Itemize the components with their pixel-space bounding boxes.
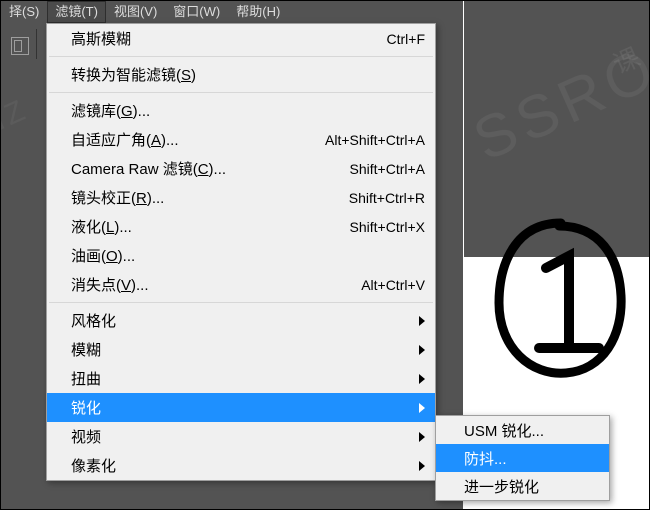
label: 锐化 (71, 397, 413, 418)
panel-dock-icon[interactable] (11, 37, 29, 55)
menu-sharpen[interactable]: 锐化 (47, 393, 435, 422)
label: 防抖... (464, 448, 507, 469)
menu-lens-correction[interactable]: 镜头校正(R)... Shift+Ctrl+R (47, 183, 435, 212)
submenu-arrow-icon (419, 461, 425, 471)
filter-dropdown: 高斯模糊 Ctrl+F 转换为智能滤镜(S) 滤镜库(G)... 自适应广角(A… (46, 23, 436, 481)
menu-filter-gallery[interactable]: 滤镜库(G)... (47, 96, 435, 125)
screenshot-frame: 择(S) 滤镜(T) 视图(V) 窗口(W) 帮助(H) NZ 高斯模糊 Ctr… (0, 0, 650, 510)
label: 消失点(V)... (71, 274, 361, 295)
submenu-arrow-icon (419, 432, 425, 442)
label: 扭曲 (71, 368, 413, 389)
menu-separator (49, 56, 433, 57)
shortcut: Alt+Ctrl+V (361, 277, 425, 293)
label: USM 锐化... (464, 420, 544, 441)
submenu-usm-sharpen[interactable]: USM 锐化... (436, 416, 609, 444)
menu-adaptive-wide-angle[interactable]: 自适应广角(A)... Alt+Shift+Ctrl+A (47, 125, 435, 154)
menu-filter[interactable]: 滤镜(T) (47, 1, 106, 23)
menu-view[interactable]: 视图(V) (106, 1, 165, 23)
shortcut: Alt+Shift+Ctrl+A (325, 132, 425, 148)
label: 进一步锐化 (464, 476, 539, 497)
label: 滤镜库(G)... (71, 100, 425, 121)
label: 视频 (71, 426, 413, 447)
submenu-arrow-icon (419, 316, 425, 326)
shortcut: Shift+Ctrl+R (349, 190, 425, 206)
submenu-arrow-icon (419, 345, 425, 355)
shortcut: Ctrl+F (387, 31, 426, 47)
label: Camera Raw 滤镜(C)... (71, 158, 350, 179)
menu-vanishing-point[interactable]: 消失点(V)... Alt+Ctrl+V (47, 270, 435, 299)
menu-liquify[interactable]: 液化(L)... Shift+Ctrl+X (47, 212, 435, 241)
sharpen-submenu: USM 锐化... 防抖... 进一步锐化 (435, 415, 610, 501)
menu-video[interactable]: 视频 (47, 422, 435, 451)
submenu-sharpen-more[interactable]: 进一步锐化 (436, 472, 609, 500)
separator (36, 29, 37, 59)
shortcut: Shift+Ctrl+X (350, 219, 425, 235)
menu-pixelate[interactable]: 像素化 (47, 451, 435, 480)
label: 镜头校正(R)... (71, 187, 349, 208)
label: 高斯模糊 (71, 28, 387, 49)
menu-convert-smart-filter[interactable]: 转换为智能滤镜(S) (47, 60, 435, 89)
menu-select[interactable]: 择(S) (1, 1, 47, 23)
menu-stylize[interactable]: 风格化 (47, 306, 435, 335)
menu-gaussian-blur[interactable]: 高斯模糊 Ctrl+F (47, 24, 435, 53)
label: 转换为智能滤镜(S) (71, 64, 425, 85)
menu-blur[interactable]: 模糊 (47, 335, 435, 364)
menu-help[interactable]: 帮助(H) (228, 1, 288, 23)
submenu-shake-reduction[interactable]: 防抖... (436, 444, 609, 472)
menu-separator (49, 302, 433, 303)
label: 自适应广角(A)... (71, 129, 325, 150)
menubar: 择(S) 滤镜(T) 视图(V) 窗口(W) 帮助(H) (1, 1, 463, 23)
submenu-arrow-icon (419, 403, 425, 413)
label: 像素化 (71, 455, 413, 476)
shortcut: Shift+Ctrl+A (350, 161, 425, 177)
label: 模糊 (71, 339, 413, 360)
label: 风格化 (71, 310, 413, 331)
watermark-big: SSROO (464, 11, 650, 174)
menu-distort[interactable]: 扭曲 (47, 364, 435, 393)
menu-window[interactable]: 窗口(W) (165, 1, 228, 23)
label: 液化(L)... (71, 216, 350, 237)
menu-oil-paint[interactable]: 油画(O)... (47, 241, 435, 270)
label: 油画(O)... (71, 245, 425, 266)
watermark-nz: NZ (0, 93, 34, 144)
menu-camera-raw-filter[interactable]: Camera Raw 滤镜(C)... Shift+Ctrl+A (47, 154, 435, 183)
menu-separator (49, 92, 433, 93)
submenu-arrow-icon (419, 374, 425, 384)
